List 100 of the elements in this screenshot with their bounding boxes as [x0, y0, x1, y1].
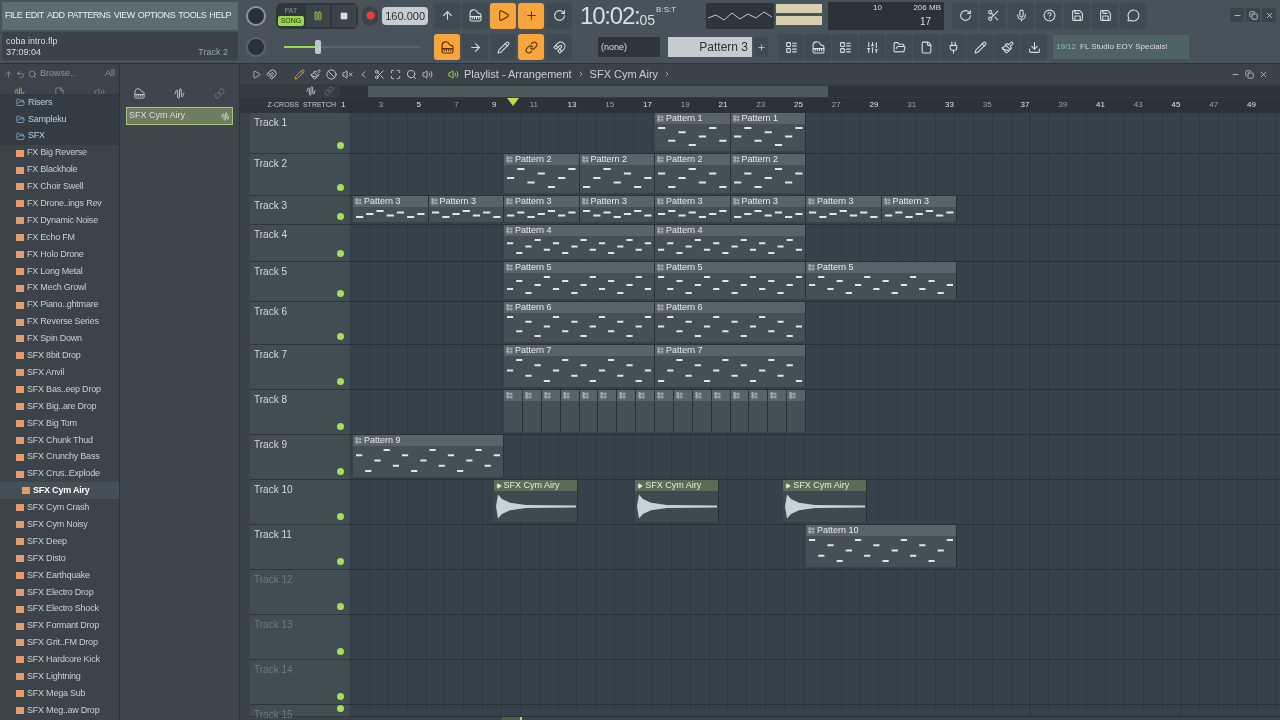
browser-file[interactable]: SFX Meg..aw Drop	[0, 702, 119, 719]
menu-item[interactable]: ADD	[46, 9, 65, 23]
pattern-clip[interactable]: Pattern 3	[579, 196, 655, 222]
browser-button[interactable]	[886, 34, 912, 61]
add-pattern-button[interactable]	[754, 37, 768, 58]
pattern-clip[interactable]: Pattern 5	[806, 262, 957, 299]
pattern-clip[interactable]: Pattern 2	[730, 154, 806, 193]
pattern-clip[interactable]	[504, 390, 523, 432]
pattern-clip[interactable]: Pattern 3	[504, 196, 580, 222]
track-header[interactable]: Track 6	[250, 302, 350, 345]
zoom-icon[interactable]	[406, 68, 417, 80]
step-edit-button[interactable]	[462, 34, 488, 61]
track-mute-indicator[interactable]	[337, 184, 344, 191]
restore-button[interactable]	[1246, 8, 1260, 22]
microphone-button[interactable]	[1008, 2, 1034, 29]
delete-icon[interactable]	[326, 68, 337, 80]
browser-file[interactable]: FX Dynamic Noise	[0, 212, 119, 230]
channel-rack-button[interactable]	[832, 34, 858, 61]
browser-file[interactable]: SFX Electro Drop	[0, 583, 119, 601]
pattern-clip[interactable]: Pattern 6	[655, 302, 806, 342]
browser-file[interactable]: FX Choir Swell	[0, 178, 119, 196]
browser-file[interactable]: FX Mech Growl	[0, 279, 119, 297]
menu-item[interactable]: FILE	[5, 9, 23, 23]
track-header[interactable]: Track 10	[250, 480, 350, 525]
select-icon[interactable]	[390, 68, 401, 80]
audio-clip[interactable]: SFX Cym Airy	[493, 480, 578, 522]
browser-file[interactable]: SFX Crus..Explode	[0, 465, 119, 483]
pattern-clip[interactable]	[617, 390, 637, 432]
browser-folder[interactable]: Risers	[0, 94, 119, 111]
channel-dropdown[interactable]: (none)	[598, 37, 660, 58]
pattern-clip[interactable]	[598, 390, 618, 432]
track-header[interactable]: Track 9	[250, 435, 350, 480]
pattern-clip[interactable]: Pattern 2	[504, 154, 580, 193]
browser-file[interactable]: SFX Hardcore Kick	[0, 651, 119, 669]
track-mute-indicator[interactable]	[337, 378, 344, 385]
browser-file[interactable]: SFX Mega Sub	[0, 685, 119, 703]
pattern-clip[interactable]: Pattern 5	[655, 262, 806, 299]
pattern-clip[interactable]: Pattern 4	[655, 225, 806, 259]
browser-file[interactable]: SFX Lightning	[0, 668, 119, 686]
menu-item[interactable]: TOOLS	[178, 9, 207, 23]
pattern-clip[interactable]: Pattern 10	[806, 525, 957, 567]
browser-file[interactable]: SFX Disto	[0, 550, 119, 567]
browser-file[interactable]: SFX Big Tom	[0, 414, 119, 432]
news-banner[interactable]: 19/12 FL Studio EOY Specials!	[1053, 35, 1189, 60]
pattern-clip[interactable]	[749, 390, 769, 432]
menu-item[interactable]: VIEW	[113, 9, 135, 23]
overview-scrollbar[interactable]	[340, 85, 1280, 97]
piano-roll-button[interactable]	[805, 34, 831, 61]
download-button[interactable]	[1021, 34, 1047, 61]
pattern-clip[interactable]: Pattern 4	[504, 225, 655, 259]
pattern-clip[interactable]: Pattern 3	[428, 196, 504, 222]
typing-keyboard-button[interactable]	[434, 34, 460, 61]
restore-icon[interactable]	[1245, 69, 1254, 79]
search-icon[interactable]	[28, 69, 37, 79]
menu-item[interactable]: EDIT	[25, 9, 44, 23]
browser-file[interactable]: FX Reverse Series	[0, 313, 119, 331]
browser-file[interactable]: FX Holo Drone	[0, 246, 119, 263]
save-button[interactable]	[1064, 2, 1090, 29]
help-button[interactable]	[1036, 2, 1062, 29]
menu-item[interactable]: PATTERNS	[67, 9, 111, 23]
pattern-clip[interactable]	[655, 390, 674, 432]
browser-file[interactable]: FX Spin Down	[0, 330, 119, 348]
plugin-button[interactable]	[940, 34, 966, 61]
pattern-clip[interactable]: Pattern 1	[655, 113, 731, 151]
browser-file[interactable]: SFX Cym Airy	[0, 482, 119, 500]
pattern-clip[interactable]: Pattern 6	[504, 302, 655, 342]
track-header[interactable]: Track 8	[250, 390, 350, 435]
track-mute-indicator[interactable]	[337, 513, 344, 520]
play-icon[interactable]	[252, 69, 261, 79]
browser-file[interactable]: SFX Deep	[0, 533, 119, 551]
pause-button[interactable]	[306, 4, 330, 27]
snap-button[interactable]	[546, 34, 572, 61]
browser-file[interactable]: SFX Cym Noisy	[0, 516, 119, 534]
menu-item[interactable]: OPTIONS	[137, 9, 176, 23]
browser-file[interactable]: SFX Chunk Thud	[0, 431, 119, 449]
back-icon[interactable]	[16, 69, 25, 79]
loop-record-button[interactable]	[546, 2, 572, 29]
pattern-clip[interactable]: Pattern 3	[655, 196, 731, 222]
pattern-clip[interactable]: Pattern 9	[353, 435, 504, 477]
playlist-button[interactable]	[778, 34, 804, 61]
track-mute-indicator[interactable]	[337, 142, 344, 149]
mute-icon[interactable]	[342, 68, 353, 80]
pencil-icon[interactable]	[294, 68, 305, 80]
pattern-clip[interactable]	[768, 390, 788, 432]
browser-file[interactable]: FX Drone..ings Rev	[0, 195, 119, 213]
cut-button[interactable]	[980, 2, 1006, 29]
browser-file[interactable]: FX Blackhole	[0, 161, 119, 179]
mixer-button[interactable]	[859, 34, 885, 61]
browser-file[interactable]: SFX Bas..eep Drop	[0, 381, 119, 399]
browser-file[interactable]: SFX Anvil	[0, 364, 119, 382]
track-header[interactable]: Track 5	[250, 262, 350, 302]
track-mute-indicator[interactable]	[337, 290, 344, 297]
pattern-clip[interactable]: Pattern 1	[730, 113, 806, 151]
track-mute-indicator[interactable]	[337, 423, 344, 430]
pattern-clip[interactable]	[787, 390, 806, 432]
minimize-button[interactable]	[1230, 8, 1244, 22]
track-header[interactable]: Track 3	[250, 196, 350, 225]
track-mute-indicator[interactable]	[337, 603, 344, 610]
pattern-clip[interactable]	[636, 390, 655, 432]
pattern-clip[interactable]: Pattern 5	[504, 262, 655, 299]
